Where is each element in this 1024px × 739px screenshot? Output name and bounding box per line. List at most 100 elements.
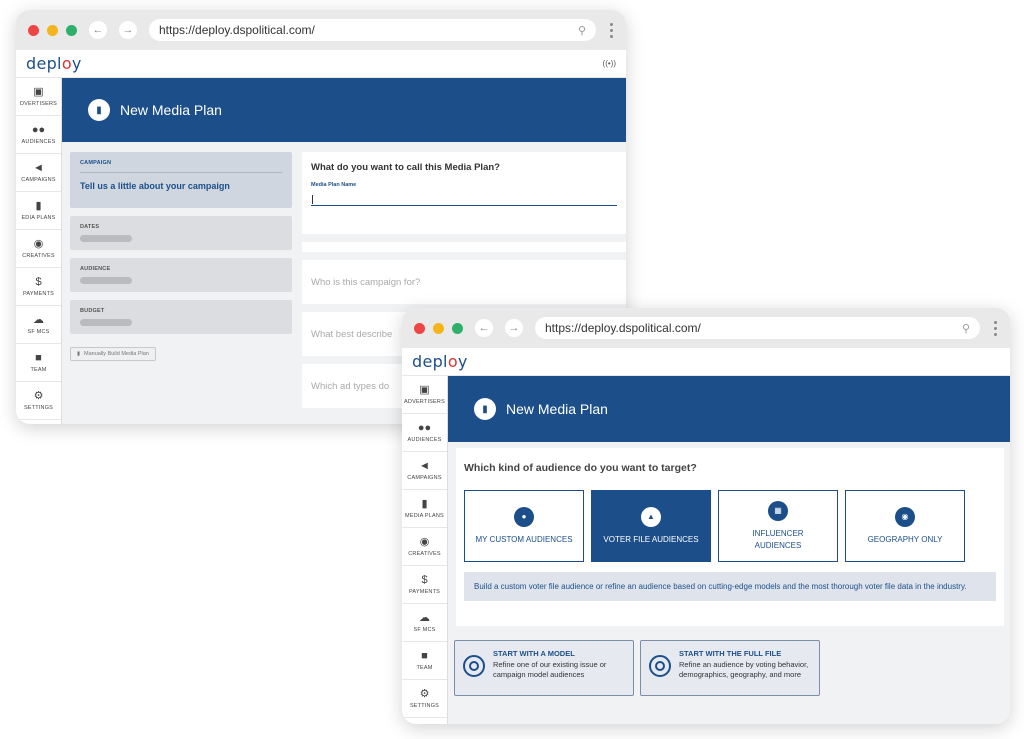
option-influencer-audiences[interactable]: ▦ INFLUENCER AUDIENCES: [718, 490, 838, 562]
option-geography-only[interactable]: ◉ GEOGRAPHY ONLY: [845, 490, 965, 562]
dollar-icon: $: [35, 276, 42, 288]
address-bar[interactable]: https://deploy.dspolitical.com/ ⚲: [535, 317, 980, 339]
sidebar-item-label: SETTINGS: [409, 703, 440, 709]
back-arrow-icon[interactable]: ←: [475, 319, 493, 337]
sidebar-item-creatives[interactable]: ◉ CREATIVES: [402, 528, 447, 566]
sidebar-item-settings[interactable]: ⚙ SETTINGS: [16, 382, 61, 420]
document-icon: ▮: [88, 99, 110, 121]
deploy-logo[interactable]: deploy: [412, 352, 468, 371]
sidebar-item-label: PAYMENTS: [408, 589, 441, 595]
search-icon[interactable]: ⚲: [578, 24, 586, 37]
start-options: START WITH A MODEL Refine one of our exi…: [454, 640, 820, 696]
page-header: ▮ New Media Plan: [62, 78, 626, 142]
placeholder-bar: [80, 319, 132, 326]
question-heading: Which kind of audience do you want to ta…: [464, 462, 697, 474]
sidebar-item-campaigns[interactable]: ◄ CAMPAIGNS: [16, 154, 61, 192]
address-bar[interactable]: https://deploy.dspolitical.com/ ⚲: [149, 19, 596, 41]
id-card-icon: ■: [35, 352, 42, 364]
maximize-window-dot[interactable]: [452, 322, 463, 334]
question-name-card: What do you want to call this Media Plan…: [302, 152, 626, 234]
manual-build-button[interactable]: ▮ Manually Build Media Plan: [70, 347, 156, 361]
document-icon: ▮: [421, 498, 428, 510]
sidebar-item-settings[interactable]: ⚙ SETTINGS: [402, 680, 447, 718]
close-window-dot[interactable]: [28, 24, 39, 36]
sidebar-item-audiences[interactable]: ●● AUDIENCES: [16, 116, 61, 154]
sidebar-item-media-plans[interactable]: ▮ MEDIA PLANS: [402, 490, 447, 528]
sidebar-item-advertisers[interactable]: ▣ ADVERTISERS: [402, 376, 447, 414]
minimize-window-dot[interactable]: [47, 24, 58, 36]
step-list: CAMPAIGN Tell us a little about your cam…: [70, 152, 292, 361]
start-with-model-card[interactable]: START WITH A MODEL Refine one of our exi…: [454, 640, 634, 696]
sidebar-item-sf-mcs[interactable]: ☁ SF MCS: [16, 306, 61, 344]
url-text: https://deploy.dspolitical.com/: [159, 23, 315, 37]
media-plan-name-input[interactable]: [311, 192, 617, 206]
document-icon: ▮: [77, 351, 81, 357]
start-with-full-file-card[interactable]: START WITH THE FULL FILE Refine an audie…: [640, 640, 820, 696]
step-budget[interactable]: BUDGET: [70, 300, 292, 334]
question-card[interactable]: Who is this campaign for?: [302, 260, 626, 304]
app-header: deploy: [402, 348, 1010, 376]
store-icon: ▣: [419, 384, 430, 396]
cloud-icon: ☁: [33, 314, 44, 326]
document-icon: ▮: [474, 398, 496, 420]
broadcast-icon[interactable]: ((•)): [603, 59, 616, 68]
sidebar-item-label: SF MCS: [413, 627, 436, 633]
app-body: ▣ ADVERTISERS ●● AUDIENCES ◄ CAMPAIGNS ▮ MED…: [402, 376, 1010, 724]
browser-menu-icon[interactable]: [610, 22, 614, 38]
gear-icon: ⚙: [33, 390, 44, 402]
back-arrow-icon[interactable]: ←: [89, 21, 107, 39]
sidebar-item-sf-mcs[interactable]: ☁ SF MCS: [402, 604, 447, 642]
search-icon[interactable]: ⚲: [962, 322, 970, 335]
spacer-card: [302, 242, 626, 252]
sidebar-item-advertisers[interactable]: ▣ DVERTISERS: [16, 78, 61, 116]
step-key: AUDIENCE: [80, 266, 111, 272]
palette-icon: ◉: [33, 238, 44, 250]
megaphone-icon: ◄: [419, 460, 430, 472]
step-text: Tell us a little about your campaign: [80, 181, 230, 191]
start-card-text: Refine an audience by voting behavior, d…: [679, 660, 809, 679]
maximize-window-dot[interactable]: [66, 24, 77, 36]
sidebar-item-team[interactable]: ■ TEAM: [16, 344, 61, 382]
option-voter-file-audiences[interactable]: ▲ VOTER FILE AUDIENCES: [591, 490, 711, 562]
page-header: ▮ New Media Plan: [448, 376, 1010, 442]
sidebar-item-audiences[interactable]: ●● AUDIENCES: [402, 414, 447, 452]
close-window-dot[interactable]: [414, 322, 425, 334]
audience-options: ● MY CUSTOM AUDIENCES ▲ VOTER FILE AUDIE…: [464, 490, 996, 562]
main-content: ▮ New Media Plan Which kind of audience …: [448, 376, 1010, 724]
forward-arrow-icon[interactable]: →: [119, 21, 137, 39]
sidebar-item-label: AUDIENCES: [407, 437, 442, 443]
sidebar-item-creatives[interactable]: ◉ CREATIVES: [16, 230, 61, 268]
option-my-custom-audiences[interactable]: ● MY CUSTOM AUDIENCES: [464, 490, 584, 562]
sidebar-item-media-plans[interactable]: ▮ EDIA PLANS: [16, 192, 61, 230]
step-dates[interactable]: DATES: [70, 216, 292, 250]
sidebar-item-payments[interactable]: $ PAYMENTS: [402, 566, 447, 604]
placeholder-bar: [80, 235, 132, 242]
step-campaign[interactable]: CAMPAIGN Tell us a little about your cam…: [70, 152, 292, 208]
sidebar-item-label: TEAM: [416, 665, 433, 671]
manual-build-label: Manually Build Media Plan: [84, 351, 149, 357]
browser-menu-icon[interactable]: [994, 320, 998, 336]
start-card-title: START WITH A MODEL: [493, 649, 575, 658]
sidebar-item-payments[interactable]: $ PAYMENTS: [16, 268, 61, 306]
sidebar: ▣ ADVERTISERS ●● AUDIENCES ◄ CAMPAIGNS ▮ MED…: [402, 376, 448, 724]
url-text: https://deploy.dspolitical.com/: [545, 321, 701, 335]
ballot-icon: ▲: [641, 506, 661, 527]
step-audience[interactable]: AUDIENCE: [70, 258, 292, 292]
forward-arrow-icon[interactable]: →: [505, 319, 523, 337]
browser-window-front: ← → https://deploy.dspolitical.com/ ⚲ de…: [402, 308, 1010, 724]
browser-toolbar: ← → https://deploy.dspolitical.com/ ⚲: [402, 308, 1010, 348]
page-title: New Media Plan: [506, 401, 608, 417]
people-icon: ●●: [417, 422, 432, 434]
sidebar-item-label: CREATIVES: [22, 253, 55, 259]
sidebar-item-label: MEDIA PLANS: [405, 513, 444, 519]
sidebar-item-label: AUDIENCES: [21, 139, 56, 145]
option-description: Build a custom voter file audience or re…: [464, 572, 996, 601]
deploy-logo[interactable]: deploy: [26, 54, 82, 73]
step-key: DATES: [80, 224, 100, 230]
start-card-text: Refine one of our existing issue or camp…: [493, 660, 607, 679]
minimize-window-dot[interactable]: [433, 322, 444, 334]
sidebar-item-label: CAMPAIGNS: [21, 177, 56, 183]
id-card-icon: ■: [421, 650, 428, 662]
sidebar-item-campaigns[interactable]: ◄ CAMPAIGNS: [402, 452, 447, 490]
sidebar-item-team[interactable]: ■ TEAM: [402, 642, 447, 680]
